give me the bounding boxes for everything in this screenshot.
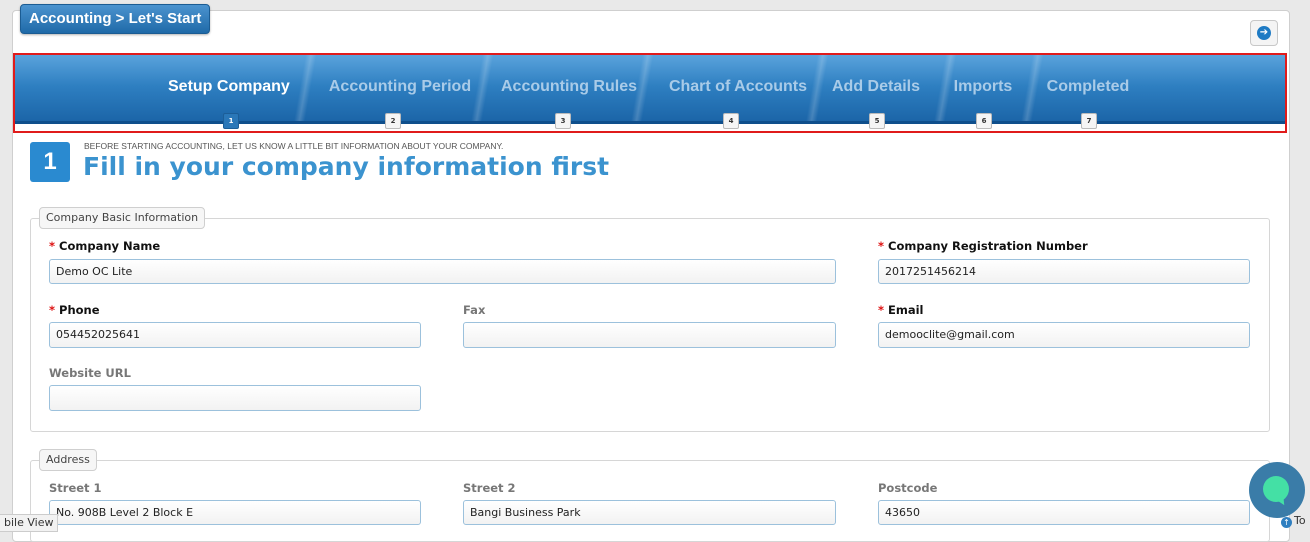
chat-bubble-icon bbox=[1263, 476, 1289, 502]
website-input[interactable] bbox=[49, 385, 421, 411]
arrow-up-icon: ↑ bbox=[1281, 517, 1292, 528]
email-input[interactable]: demooclite@gmail.com bbox=[878, 322, 1250, 348]
fax-label: Fax bbox=[463, 303, 486, 317]
required-marker: * bbox=[49, 303, 56, 317]
company-basic-legend: Company Basic Information bbox=[39, 207, 206, 229]
mobile-view-link[interactable]: bile View bbox=[0, 514, 59, 532]
postcode-input[interactable]: 43650 bbox=[878, 500, 1250, 525]
next-button[interactable]: ➔ bbox=[1250, 20, 1278, 46]
breadcrumb-title: Accounting > Let's Start bbox=[20, 4, 211, 34]
highlight-outline bbox=[13, 53, 1287, 133]
company-name-label: * Company Name bbox=[49, 239, 161, 253]
street1-label: Street 1 bbox=[49, 481, 102, 495]
required-marker: * bbox=[878, 239, 885, 253]
website-label: Website URL bbox=[49, 366, 131, 380]
street2-label: Street 2 bbox=[463, 481, 516, 495]
chat-button[interactable] bbox=[1249, 462, 1305, 518]
intro-subtitle: BEFORE STARTING ACCOUNTING, LET US KNOW … bbox=[84, 141, 504, 151]
back-to-top-link[interactable]: ↑ To bbox=[1281, 514, 1310, 528]
address-legend: Address bbox=[39, 449, 97, 471]
required-marker: * bbox=[878, 303, 885, 317]
fax-input[interactable] bbox=[463, 322, 836, 348]
phone-label: * Phone bbox=[49, 303, 100, 317]
company-name-input[interactable]: Demo OC Lite bbox=[49, 259, 836, 284]
required-marker: * bbox=[49, 239, 56, 253]
arrow-right-circle-icon: ➔ bbox=[1257, 26, 1271, 40]
street2-input[interactable]: Bangi Business Park bbox=[463, 500, 836, 525]
email-label: * Email bbox=[878, 303, 924, 317]
registration-number-label: * Company Registration Number bbox=[878, 239, 1088, 253]
phone-input[interactable]: 054452025641 bbox=[49, 322, 421, 348]
registration-number-input[interactable]: 2017251456214 bbox=[878, 259, 1250, 284]
step-badge: 1 bbox=[30, 142, 70, 182]
street1-input[interactable]: No. 908B Level 2 Block E bbox=[49, 500, 421, 525]
postcode-label: Postcode bbox=[878, 481, 938, 495]
page-title: Fill in your company information first bbox=[83, 152, 610, 181]
